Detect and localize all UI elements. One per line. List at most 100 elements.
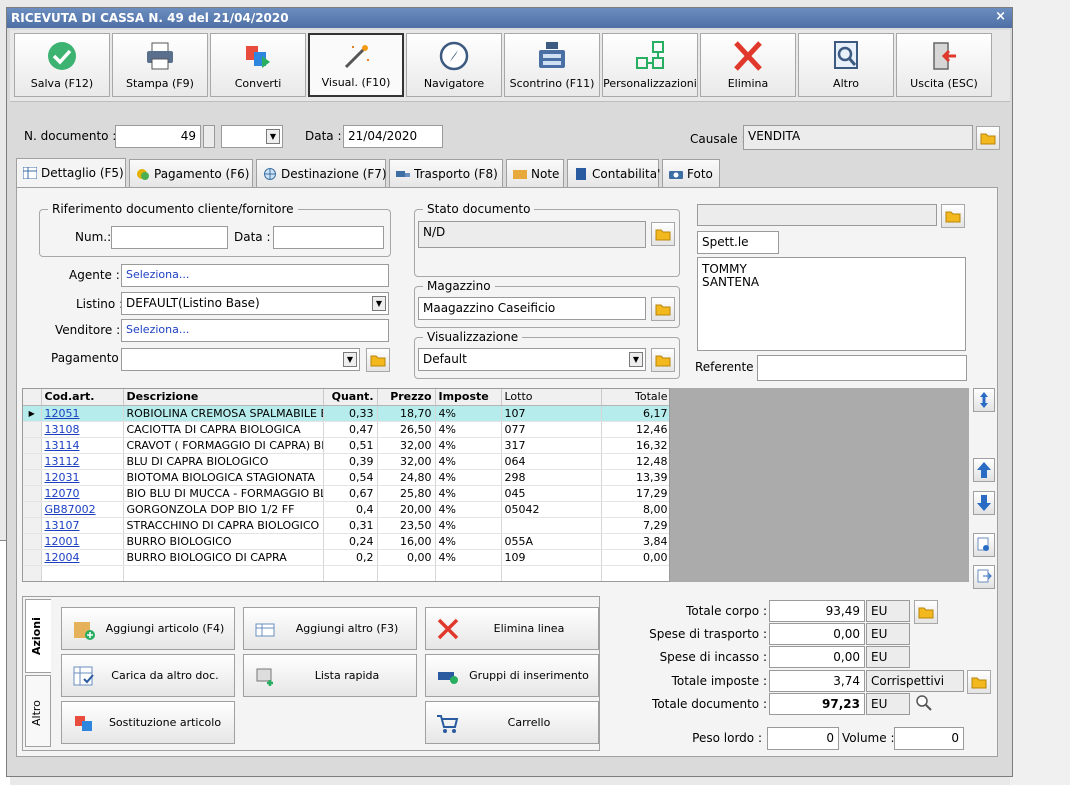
add-article-button[interactable]: Aggiungi articolo (F4) [61,607,235,650]
add-other-button[interactable]: Aggiungi altro (F3) [243,607,417,650]
warehouse-folder-button[interactable] [651,297,675,321]
col-description[interactable]: Descrizione [123,389,324,406]
print-button[interactable]: Stampa (F9) [112,33,208,97]
tab-azioni[interactable]: Azioni [25,599,51,673]
navigator-button[interactable]: Navigatore [406,33,502,97]
tab-trasporto[interactable]: Trasporto (F8) [389,159,503,187]
tab-destinazione[interactable]: Destinazione (F7) [256,159,387,187]
cart-button[interactable]: Carrello [425,701,599,744]
table-row[interactable]: 12001 BURRO BIOLOGICO 0,24 16,00 4% 055A 3,84 [23,533,669,550]
cell-code[interactable]: 12051 [41,405,124,422]
save-button[interactable]: Salva (F12) [14,33,110,97]
quick-list-button[interactable]: Lista rapida [243,654,417,697]
grid-empty-area [670,388,969,582]
cell-code[interactable]: 12001 [41,533,124,550]
salutation-field[interactable]: Spett.le [697,231,779,254]
referente-input[interactable] [757,355,967,381]
col-quantity[interactable]: Quant. [323,389,378,406]
cell-tax: 4% [435,469,502,486]
causale-field[interactable]: VENDITA [743,125,973,150]
paste-row-button[interactable] [973,565,995,589]
col-code[interactable]: Cod.art. [41,389,124,406]
doc-suffix-select[interactable]: ▼ [221,125,283,148]
volume-input[interactable]: 0 [894,727,964,750]
other-button[interactable]: Altro [798,33,894,97]
payment-folder-button[interactable] [366,348,390,372]
tab-dettaglio[interactable]: Dettaglio (F5) [16,158,126,188]
table-row[interactable]: 12004 BURRO BIOLOGICO DI CAPRA 0,2 0,00 4% 10… [23,549,669,566]
warehouse-field[interactable]: Maagazzino Caseificio [418,297,646,320]
tax-regime-field[interactable]: Corrispettivi [866,670,964,692]
customize-button[interactable]: Personalizzazioni [602,33,698,97]
table-row[interactable]: 12070 BIO BLU DI MUCCA - FORMAGGIO BL... 0… [23,485,669,502]
agent-field[interactable]: Seleziona... [121,264,389,287]
load-from-doc-button[interactable]: Carica da altro doc. [61,654,235,697]
cell-total: 13,39 [601,469,669,486]
ref-num-input[interactable] [111,226,228,249]
view-select[interactable]: Default ▼ [418,348,646,371]
zoom-total-button[interactable] [914,693,934,713]
table-row-empty[interactable] [23,565,669,581]
insert-groups-button[interactable]: Gruppi di inserimento [425,654,599,697]
tab-foto[interactable]: Foto [662,159,720,187]
col-price[interactable]: Prezzo [377,389,436,406]
ref-date-input[interactable] [273,226,384,249]
body-folder-button[interactable] [914,600,938,624]
cell-code[interactable]: 13107 [41,517,124,534]
cell-code[interactable]: 13112 [41,453,124,470]
gross-weight-input[interactable]: 0 [767,727,839,750]
doc-number-input[interactable]: 49 [115,125,201,148]
table-row[interactable]: 13108 CACIOTTA DI CAPRA BIOLOGICA 0,47 26,5… [23,421,669,438]
close-icon[interactable]: × [995,9,1006,24]
gross-weight-label: Peso lordo : [692,731,762,745]
convert-button[interactable]: Converti [210,33,306,97]
payment-select[interactable]: ▼ [121,348,360,371]
customer-address-box[interactable]: TOMMY SANTENA [697,257,966,351]
visual-button[interactable]: Visual. (F10) [308,33,404,97]
col-total[interactable]: Totale [601,389,669,406]
tab-pagamento[interactable]: Pagamento (F6) [129,159,253,187]
move-up-button[interactable] [973,458,995,482]
cell-code[interactable]: 13114 [41,437,124,454]
tab-contabilita[interactable]: Contabilita' [567,159,660,187]
expand-grid-button[interactable] [973,388,995,412]
col-lot[interactable]: Lotto [501,389,602,406]
tab-altro[interactable]: Altro [25,675,51,747]
cell-code[interactable]: 12031 [41,469,124,486]
seller-field[interactable]: Seleziona... [121,319,389,342]
collection-fee-value[interactable]: 0,00 [769,646,865,668]
pricelist-select[interactable]: DEFAULT(Listino Base) ▼ [121,292,389,315]
vertical-arrows-icon [980,392,988,408]
table-row[interactable]: 12031 BIOTOMA BIOLOGICA STAGIONATA 0,54 24,… [23,469,669,486]
doc-number-spinner[interactable] [203,125,215,148]
cell-code[interactable]: 12070 [41,485,124,502]
cell-code[interactable]: 12004 [41,549,124,566]
table-row[interactable]: 13112 BLU DI CAPRA BIOLOGICO 0,39 32,00 4% 06… [23,453,669,470]
cell-code[interactable]: GB87002 [41,501,124,518]
customer-folder-button[interactable] [941,204,965,228]
col-tax[interactable]: Imposte [435,389,502,406]
shipping-value[interactable]: 0,00 [769,623,865,645]
date-input[interactable]: 21/04/2020 [343,125,443,148]
cell-code[interactable]: 13108 [41,421,124,438]
copy-row-button[interactable] [973,533,995,557]
tax-folder-button[interactable] [967,670,991,694]
tab-note[interactable]: Note [506,159,564,187]
delete-button[interactable]: Elimina [700,33,796,97]
row-indicator [23,421,42,438]
replace-article-button[interactable]: Sostituzione articolo [61,701,235,744]
cell-code[interactable] [41,565,124,581]
move-down-button[interactable] [973,491,995,515]
receipt-button[interactable]: Scontrino (F11) [504,33,600,97]
row-indicator [23,501,42,518]
exit-button[interactable]: Uscita (ESC) [896,33,992,97]
table-row[interactable]: GB87002 GORGONZOLA DOP BIO 1/2 FF 0,4 20,00… [23,501,669,518]
table-row[interactable]: 13114 CRAVOT ( FORMAGGIO DI CAPRA) BI... 0… [23,437,669,454]
table-row[interactable]: ▶ 12051 ROBIOLINA CREMOSA SPALMABILE B... 0… [23,405,669,422]
table-row[interactable]: 13107 STRACCHINO DI CAPRA BIOLOGICO 0,31 23… [23,517,669,534]
delete-line-button[interactable]: Elimina linea [425,607,599,650]
view-folder-button[interactable] [651,348,675,372]
causale-folder-button[interactable] [976,126,1000,150]
customer-search-field[interactable] [697,204,937,226]
status-folder-button[interactable] [651,222,675,246]
